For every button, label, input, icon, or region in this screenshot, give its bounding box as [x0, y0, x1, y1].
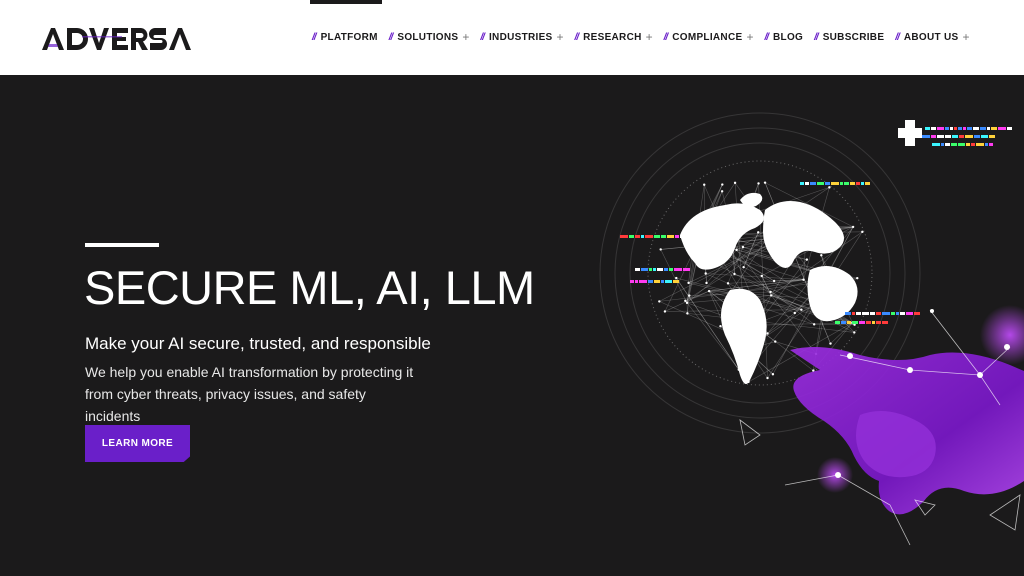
nav-item-label: SOLUTIONS	[397, 31, 459, 43]
nav-separator: //	[574, 31, 579, 43]
nav-item-label: BLOG	[773, 31, 804, 43]
hero-section: SECURE ML, AI, LLM Make your AI secure, …	[0, 75, 1024, 576]
nav-item-blog[interactable]: // BLOG	[764, 30, 803, 44]
nav-separator: //	[764, 31, 769, 43]
nav-separator: //	[663, 31, 668, 43]
nav-separator: //	[312, 31, 316, 43]
nav-separator: //	[814, 31, 818, 43]
nav-separator: //	[388, 31, 393, 43]
site-header: //PLATFORM//SOLUTIONS +//INDUSTRIES +//RES…	[0, 0, 1024, 75]
hero-description: We help you enable AI transformation by …	[85, 364, 414, 424]
plus-icon[interactable]: +	[646, 31, 653, 43]
main-nav: //PLATFORM//SOLUTIONS +//INDUSTRIES +//RES…	[312, 30, 981, 44]
plus-icon[interactable]: +	[462, 31, 469, 43]
nav-item-label: SUBSCRIBE	[822, 31, 885, 43]
hero-subtitle: Make your AI secure, trusted, and respon…	[85, 334, 431, 353]
learn-more-button[interactable]: LEARN MORE	[85, 425, 190, 462]
nav-item-label: ABOUT US	[903, 31, 959, 43]
adversa-logo[interactable]	[42, 24, 192, 52]
plus-icon[interactable]: +	[962, 31, 969, 43]
plus-icon[interactable]: +	[557, 31, 564, 43]
nav-item-compliance[interactable]: // COMPLIANCE +	[664, 30, 754, 44]
nav-item-platform[interactable]: // PLATFORM	[312, 30, 378, 44]
nav-separator: //	[895, 31, 899, 43]
hero-title: SECURE ML, AI, LLM	[84, 261, 535, 314]
nav-item-about-us[interactable]: // ABOUT US +	[895, 30, 969, 44]
active-nav-indicator	[310, 0, 382, 4]
nav-item-industries[interactable]: // INDUSTRIES +	[480, 30, 563, 44]
nav-item-label: RESEARCH	[583, 31, 642, 43]
nav-item-label: COMPLIANCE	[672, 31, 743, 43]
nav-item-research[interactable]: // RESEARCH +	[575, 30, 653, 44]
globe-network-illustration	[599, 112, 1024, 546]
nav-item-label: PLATFORM	[320, 31, 378, 43]
nav-item-subscribe[interactable]: // SUBSCRIBE	[814, 30, 884, 44]
hero-accent-rule	[85, 243, 159, 247]
nav-item-label: INDUSTRIES	[488, 31, 553, 43]
nav-item-solutions[interactable]: // SOLUTIONS +	[389, 30, 470, 44]
plus-icon[interactable]: +	[746, 31, 753, 43]
nav-separator: //	[480, 31, 484, 43]
